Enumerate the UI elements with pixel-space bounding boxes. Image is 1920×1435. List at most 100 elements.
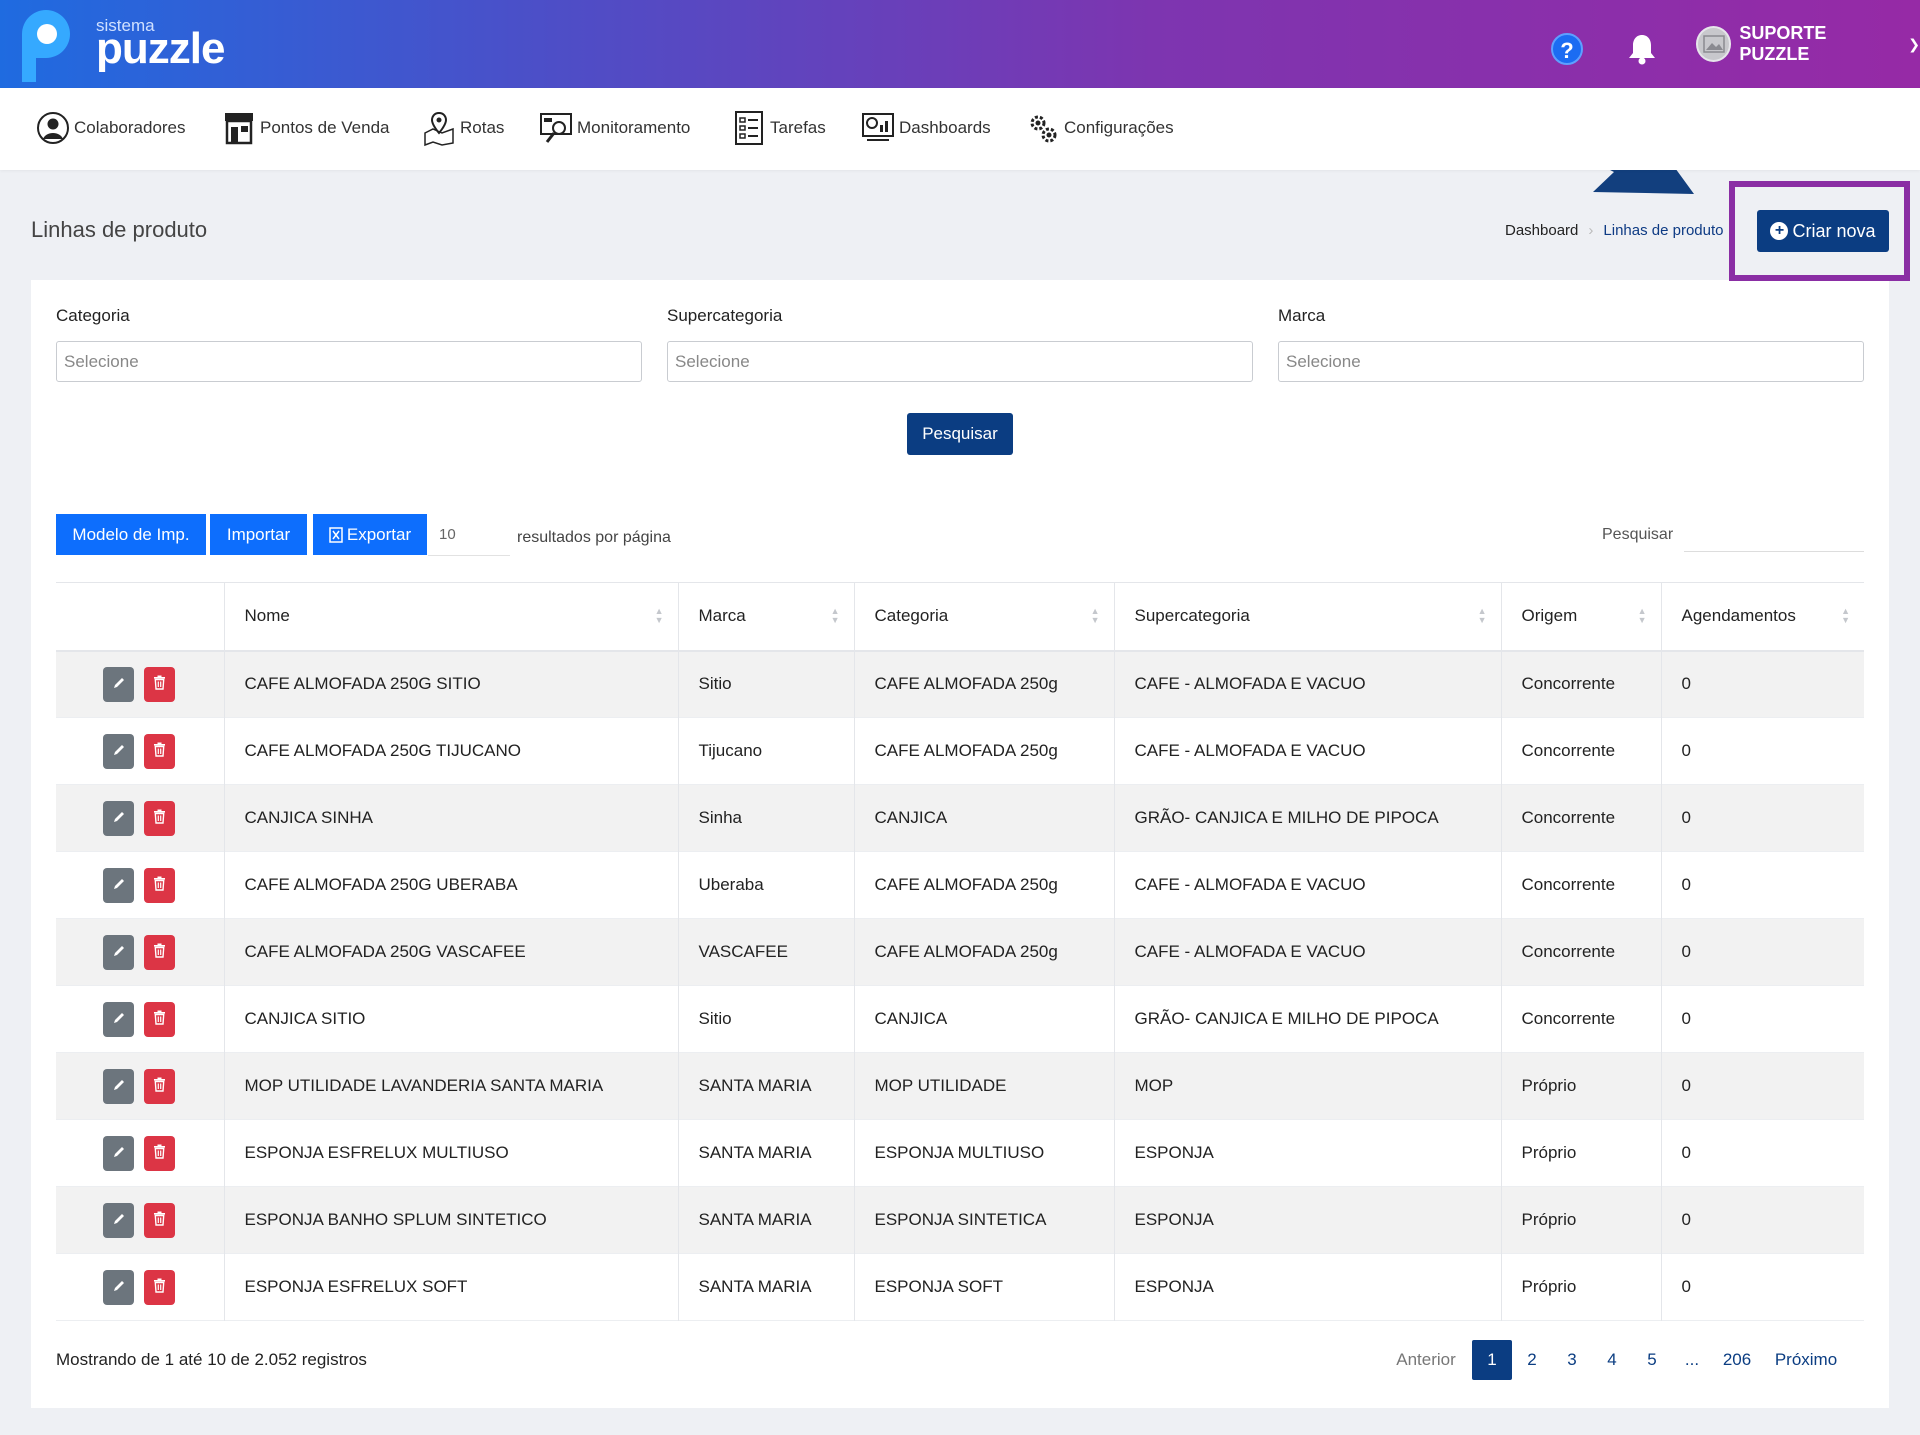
nav-configuracoes[interactable]: Configurações — [1026, 108, 1174, 148]
user-menu[interactable]: SUPORTE PUZZLE ❯ — [1696, 23, 1920, 64]
nav-rotas[interactable]: Rotas — [422, 108, 504, 148]
cell-origem: Próprio — [1501, 1052, 1662, 1120]
main-nav: Colaboradores Pontos de Venda Rotas Moni… — [0, 88, 1920, 170]
trash-icon — [153, 876, 166, 894]
categoria-label: Categoria — [56, 306, 130, 325]
cell-supercategoria: CAFE - ALMOFADA E VACUO — [1114, 650, 1502, 718]
nav-colaboradores[interactable]: Colaboradores — [36, 108, 186, 148]
help-button[interactable]: ? — [1551, 33, 1583, 65]
categoria-select[interactable]: Selecione — [56, 341, 642, 382]
cell-supercategoria: ESPONJA — [1114, 1119, 1502, 1187]
table-search-label: Pesquisar — [1602, 526, 1674, 543]
import-button[interactable]: Importar — [210, 514, 307, 555]
notification-bell-icon[interactable] — [1626, 32, 1658, 66]
map-pin-icon — [424, 111, 454, 147]
delete-button[interactable] — [144, 1202, 175, 1238]
edit-button[interactable] — [103, 867, 134, 903]
column-header-origem[interactable]: Origem ▲ ▼ — [1501, 582, 1662, 651]
pagination-page[interactable]: 2 — [1512, 1340, 1552, 1380]
edit-button[interactable] — [103, 733, 134, 769]
sort-icon: ▲ ▼ — [1477, 606, 1487, 625]
cell-nome: CAFE ALMOFADA 250G UBERABA — [224, 851, 679, 919]
column-header-categoria[interactable]: Categoria ▲ ▼ — [854, 582, 1115, 651]
column-header-marca[interactable]: Marca ▲ ▼ — [678, 582, 855, 651]
cell-categoria: ESPONJA SINTETICA — [854, 1186, 1115, 1254]
column-header-agendamentos[interactable]: Agendamentos ▲ ▼ — [1661, 583, 1864, 651]
delete-button[interactable] — [144, 867, 175, 903]
edit-button[interactable] — [103, 1001, 134, 1037]
search-button[interactable]: Pesquisar — [907, 413, 1013, 455]
nav-label: Colaboradores — [74, 118, 186, 137]
pagination: Anterior 1 2 3 4 5 ... 206 Próximo — [1380, 1340, 1850, 1380]
cell-nome: ESPONJA ESFRELUX SOFT — [224, 1253, 679, 1321]
delete-button[interactable] — [144, 1269, 175, 1305]
export-button[interactable]: Exportar — [313, 514, 427, 555]
table-row: CAFE ALMOFADA 250G UBERABA Uberaba CAFE AL… — [56, 851, 1864, 919]
trash-icon — [153, 943, 166, 961]
pagination-page[interactable]: 3 — [1552, 1340, 1592, 1380]
marca-select[interactable]: Selecione — [1278, 341, 1864, 382]
sort-icon: ▲ ▼ — [830, 606, 840, 625]
nav-tarefas[interactable]: Tarefas — [732, 108, 826, 148]
monitor-search-icon — [540, 113, 572, 143]
delete-button[interactable] — [144, 666, 175, 702]
pencil-icon — [112, 944, 126, 961]
edit-button[interactable] — [103, 1068, 134, 1104]
per-page-select[interactable]: 10 — [428, 526, 510, 556]
row-actions — [56, 1253, 225, 1321]
delete-button[interactable] — [144, 1001, 175, 1037]
edit-button[interactable] — [103, 1135, 134, 1171]
column-header-supercategoria[interactable]: Supercategoria ▲ ▼ — [1114, 582, 1502, 651]
pagination-page[interactable]: 4 — [1592, 1340, 1632, 1380]
top-header: sistema puzzle ? SUPORTE PUZZLE ❯ — [0, 0, 1920, 88]
cell-categoria: ESPONJA MULTIUSO — [854, 1119, 1115, 1187]
edit-button[interactable] — [103, 800, 134, 836]
cell-categoria: CANJICA — [854, 784, 1115, 852]
cell-origem: Concorrente — [1501, 918, 1662, 986]
table-row: ESPONJA ESFRELUX SOFT SANTA MARIA ESPONJA … — [56, 1253, 1864, 1321]
row-actions — [56, 650, 225, 718]
logo-wordmark: puzzle — [96, 24, 225, 73]
edit-button[interactable] — [103, 1269, 134, 1305]
edit-button[interactable] — [103, 666, 134, 702]
row-actions — [56, 1186, 225, 1254]
pencil-icon — [112, 1145, 126, 1162]
cell-categoria: CAFE ALMOFADA 250g — [854, 650, 1115, 718]
table-row: CANJICA SITIO Sitio CANJICA GRÃO- CANJICA E… — [56, 985, 1864, 1053]
cell-agendamentos: 0 — [1681, 808, 1691, 827]
nav-monitoramento[interactable]: Monitoramento — [539, 108, 690, 148]
nav-dashboards[interactable]: Dashboards — [861, 108, 991, 148]
supercategoria-select[interactable]: Selecione — [667, 341, 1253, 382]
puzzle-logo[interactable]: sistema puzzle — [14, 4, 244, 84]
import-model-button[interactable]: Modelo de Imp. — [56, 514, 206, 555]
edit-button[interactable] — [103, 1202, 134, 1238]
trash-icon — [153, 1144, 166, 1162]
table-row: MOP UTILIDADE LAVANDERIA SANTA MARIA SANT… — [56, 1052, 1864, 1120]
edit-button[interactable] — [103, 934, 134, 970]
delete-button[interactable] — [144, 1068, 175, 1104]
pagination-previous[interactable]: Anterior — [1380, 1340, 1472, 1380]
nav-label: Monitoramento — [577, 118, 691, 137]
nav-pontos-de-venda[interactable]: Pontos de Venda — [222, 108, 390, 148]
pagination-page[interactable]: 5 — [1632, 1340, 1672, 1380]
delete-button[interactable] — [144, 1135, 175, 1171]
dashboard-chart-icon — [862, 113, 894, 141]
row-actions — [56, 851, 225, 919]
row-actions — [56, 1119, 225, 1187]
checklist-icon — [735, 111, 763, 145]
delete-button[interactable] — [144, 733, 175, 769]
pagination-next[interactable]: Próximo — [1762, 1340, 1850, 1380]
table-search-input[interactable] — [1684, 520, 1864, 552]
cell-marca: Sitio — [678, 985, 855, 1053]
pagination-page[interactable]: 206 — [1712, 1340, 1762, 1380]
nav-label: Pontos de Venda — [260, 118, 390, 137]
row-actions — [56, 985, 225, 1053]
pagination-page[interactable]: 1 — [1472, 1340, 1512, 1380]
sort-icon: ▲ ▼ — [1637, 606, 1647, 625]
cell-categoria: CAFE ALMOFADA 250g — [854, 918, 1115, 986]
column-header-nome[interactable]: Nome ▲ ▼ — [224, 582, 679, 651]
breadcrumb-dashboard[interactable]: Dashboard — [1505, 222, 1578, 239]
cell-supercategoria: GRÃO- CANJICA E MILHO DE PIPOCA — [1114, 784, 1502, 852]
delete-button[interactable] — [144, 934, 175, 970]
delete-button[interactable] — [144, 800, 175, 836]
